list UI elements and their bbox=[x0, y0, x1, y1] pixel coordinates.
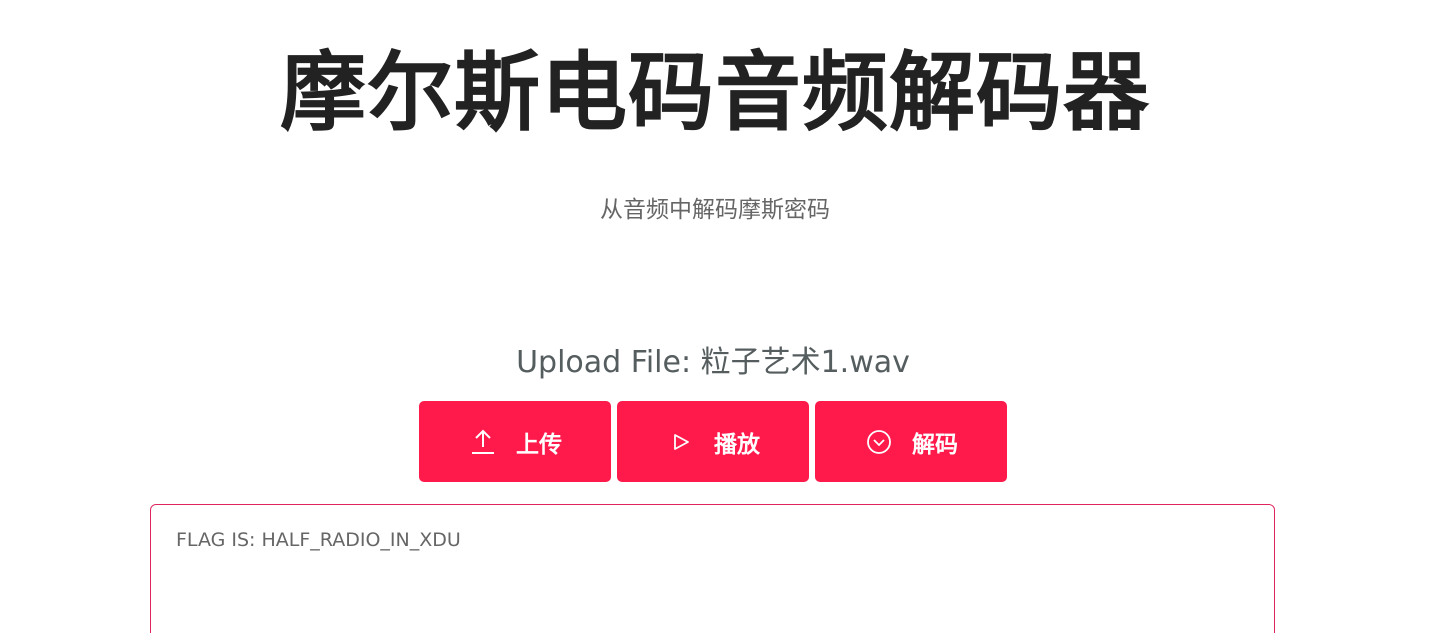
decode-button[interactable]: 解码 bbox=[815, 401, 1007, 482]
upload-file-label: Upload File: 粒子艺术1.wav bbox=[516, 345, 910, 380]
chevron-circle-down-icon bbox=[864, 427, 894, 457]
play-button-label: 播放 bbox=[714, 431, 760, 458]
page-subtitle: 从音频中解码摩斯密码 bbox=[600, 197, 830, 223]
decoded-output-box[interactable]: FLAG IS: HALF_RADIO_IN_XDU bbox=[150, 504, 1275, 633]
page-title: 摩尔斯电码音频解码器 bbox=[280, 43, 1150, 143]
action-button-row: 上传 播放 解码 bbox=[419, 401, 1007, 482]
play-button[interactable]: 播放 bbox=[617, 401, 809, 482]
decode-button-label: 解码 bbox=[912, 431, 958, 458]
play-icon bbox=[666, 427, 696, 457]
upload-button[interactable]: 上传 bbox=[419, 401, 611, 482]
upload-button-label: 上传 bbox=[516, 431, 562, 458]
upload-icon bbox=[468, 427, 498, 457]
decoded-output-text: FLAG IS: HALF_RADIO_IN_XDU bbox=[176, 529, 461, 551]
